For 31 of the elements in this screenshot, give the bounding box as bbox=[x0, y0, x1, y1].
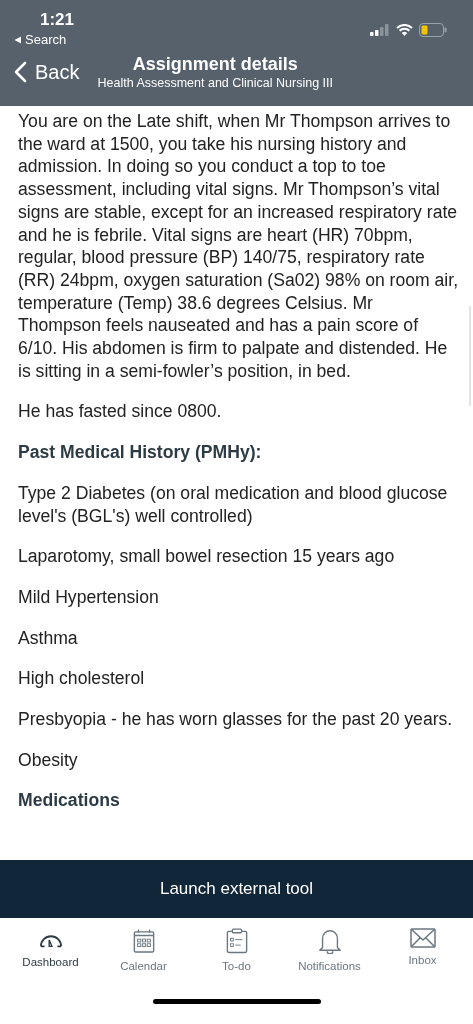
tab-item[interactable]: Dashboard bbox=[5, 928, 96, 982]
launch-tool-button[interactable]: Launch external tool bbox=[0, 860, 473, 918]
section-heading: Medications bbox=[18, 789, 121, 813]
back-button[interactable]: Back bbox=[14, 60, 80, 84]
wifi-icon bbox=[396, 24, 413, 36]
tab-item[interactable]: Notifications bbox=[284, 928, 375, 982]
body-paragraph: High cholesterol bbox=[18, 667, 146, 691]
body-paragraph: Mild Hypertension bbox=[18, 585, 160, 609]
envelope-icon bbox=[409, 928, 436, 948]
back-triangle-icon bbox=[14, 35, 22, 44]
status-time: 1:21 bbox=[40, 10, 75, 30]
body-paragraph: He has fasted since 0800. bbox=[18, 400, 223, 424]
body-paragraph: Type 2 Diabetes (on oral medication and blood glucose level's (BGL's) well controlled) bbox=[18, 481, 449, 528]
page-title: Assignment details bbox=[132, 53, 298, 75]
tab-item[interactable]: Inbox bbox=[377, 928, 468, 982]
bell-icon bbox=[316, 928, 343, 954]
body-paragraph: Obesity bbox=[18, 748, 79, 772]
clipboard-icon bbox=[225, 928, 248, 954]
back-to-app-link[interactable]: Search bbox=[14, 32, 67, 47]
battery-icon bbox=[419, 23, 447, 37]
body-paragraph: Asthma bbox=[18, 626, 79, 650]
signal-icon bbox=[370, 24, 390, 36]
calendar-icon bbox=[132, 928, 155, 954]
body-paragraph: You are on the Late shift, when Mr Thompson arrives to the ward at 1500, you take his nursing history and admission. In doing so you conduct a top to toe assessment, including vital signs. Mr Thompson’s vital signs are stable, except for an increased respiratory rate and he is febrile. Vital signs are heart (HR) 70bpm, regular, blood pressure (BP) 140/75, respiratory rate (RR) 24bpm, oxygen saturation (Sa02) 98% on room air, temperature (Temp) 38.6 degrees Celsius. Mr Thompson feels nauseated and has a pain score of 6/10. His abdomen is firm to palpate and distended. He is sitting in a semi-fowler’s position, in bed. bbox=[18, 110, 459, 383]
body-paragraph: Presbyopia - he has worn glasses for the past 20 years. bbox=[18, 708, 454, 731]
page-subtitle: Health Assessment and Clinical Nursing III bbox=[97, 75, 333, 91]
section-heading: Past Medical History (PMHy): bbox=[18, 441, 263, 464]
body-paragraph: Laparotomy, small bowel resection 15 years ago bbox=[18, 545, 396, 568]
chevron-left-icon bbox=[14, 61, 27, 83]
tab-item[interactable]: Calendar bbox=[98, 928, 189, 982]
tab-item[interactable]: To-do bbox=[191, 928, 282, 982]
